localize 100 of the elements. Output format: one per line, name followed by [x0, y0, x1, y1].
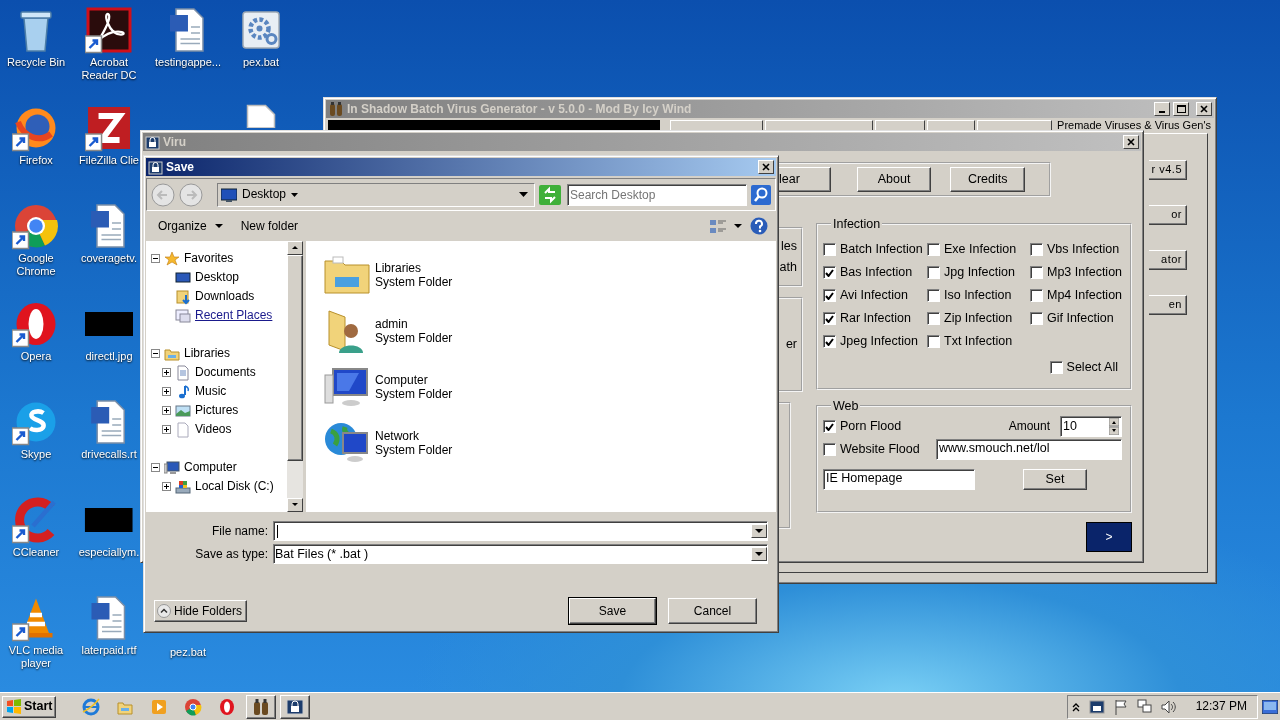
homepage-field[interactable]: IE Homepage	[823, 469, 975, 490]
checkbox[interactable]	[823, 266, 836, 279]
blank-file-icon[interactable]	[246, 104, 276, 128]
tree-item[interactable]: Downloads	[195, 289, 255, 304]
checkbox-label[interactable]: Mp3 Infection	[1047, 265, 1123, 280]
checkbox[interactable]	[927, 312, 940, 325]
checkbox[interactable]	[927, 266, 940, 279]
maximize-button[interactable]	[1173, 102, 1189, 116]
cancel-button[interactable]: Cancel	[668, 598, 757, 624]
dropdown-button[interactable]	[751, 524, 767, 538]
checkbox[interactable]	[1030, 289, 1043, 302]
flag-icon[interactable]	[1113, 698, 1128, 715]
close-button[interactable]	[758, 160, 774, 174]
checkbox[interactable]	[823, 335, 836, 348]
expand-icon[interactable]	[162, 482, 171, 491]
lock-icon[interactable]	[1088, 698, 1105, 715]
tree-item[interactable]: Libraries	[184, 346, 231, 361]
taskbar-button[interactable]	[280, 694, 311, 719]
expand-icon[interactable]	[162, 368, 171, 377]
checkbox-label[interactable]: Porn Flood	[840, 419, 902, 434]
desktop-icon[interactable]: testingappe...	[154, 6, 222, 69]
scroll-up-button[interactable]	[287, 241, 303, 255]
network-icon[interactable]	[1136, 699, 1152, 714]
checkbox-label[interactable]: Txt Infection	[944, 334, 1013, 349]
collapse-icon[interactable]	[151, 349, 160, 358]
speaker-icon[interactable]	[1160, 698, 1177, 715]
checkbox[interactable]	[927, 289, 940, 302]
desktop-icon[interactable]: Opera	[12, 300, 60, 363]
folder-item[interactable]: Computer System Folder	[323, 359, 776, 415]
desktop-icon[interactable]: Google Chrome	[1, 202, 71, 278]
desktop-icon[interactable]: laterpaid.rtf	[81, 594, 137, 657]
taskbar-button[interactable]	[246, 694, 277, 719]
folder-item[interactable]: admin System Folder	[323, 303, 776, 359]
scrollbar[interactable]	[287, 241, 303, 512]
checkbox[interactable]	[823, 420, 836, 433]
show-desktop-button[interactable]	[1262, 699, 1278, 714]
desktop-icon[interactable]: directl.jpg	[85, 300, 133, 363]
tree-item[interactable]: Documents	[195, 365, 256, 380]
desktop-icon[interactable]: especiallym.	[78, 496, 140, 559]
desktop-icon[interactable]: VLC media player	[1, 594, 71, 670]
desktop-icon[interactable]: Skype	[12, 398, 60, 461]
set-button[interactable]: Set	[1023, 469, 1087, 490]
desktop-icon[interactable]: FileZilla Clie	[79, 104, 139, 167]
organize-menu-button[interactable]: Organize	[154, 216, 227, 236]
tree-item[interactable]: Local Disk (C:)	[195, 479, 274, 494]
checkbox[interactable]	[1030, 266, 1043, 279]
desktop-icon[interactable]: drivecalls.rt	[81, 398, 137, 461]
clock[interactable]: 12:37 PM	[1195, 699, 1247, 714]
close-button[interactable]	[1196, 102, 1212, 116]
checkbox-label[interactable]: Jpg Infection	[944, 265, 1015, 280]
checkbox-label[interactable]: Website Flood	[840, 442, 920, 457]
next-button[interactable]: >	[1086, 522, 1132, 552]
expand-icon[interactable]	[162, 406, 171, 415]
checkbox-label[interactable]: Batch Infection	[840, 242, 923, 257]
form-button[interactable]: Credits	[950, 167, 1025, 192]
desktop-icon[interactable]: CCleaner	[12, 496, 60, 559]
scroll-down-button[interactable]	[287, 498, 303, 512]
side-button[interactable]: r v4.5	[1149, 160, 1187, 180]
tree-item[interactable]: Videos	[195, 422, 232, 437]
tree-item[interactable]: Pictures	[195, 403, 239, 418]
checkbox[interactable]	[1030, 312, 1043, 325]
scroll-thumb[interactable]	[287, 255, 303, 461]
close-button[interactable]	[1123, 135, 1139, 149]
checkbox-label[interactable]: Mp4 Infection	[1047, 288, 1123, 303]
checkbox-label[interactable]: Select All	[1066, 360, 1118, 375]
tree-item[interactable]: Desktop	[195, 270, 240, 285]
file-type-dropdown[interactable]: Bat Files (* .bat )	[273, 544, 768, 564]
checkbox[interactable]	[927, 243, 940, 256]
side-button[interactable]: ator	[1149, 250, 1187, 270]
tree-item[interactable]: Computer	[184, 460, 237, 475]
address-bar[interactable]: Desktop	[217, 182, 535, 207]
tree-item[interactable]: Music	[195, 384, 227, 399]
amount-spinner[interactable]: 10	[1060, 416, 1122, 437]
checkbox[interactable]	[823, 312, 836, 325]
form-button[interactable]: lear	[779, 167, 831, 192]
folder-item[interactable]: Network System Folder	[323, 415, 776, 471]
search-button[interactable]	[751, 184, 771, 205]
form-button[interactable]: About	[856, 167, 932, 192]
checkbox[interactable]	[1030, 243, 1043, 256]
checkbox[interactable]	[823, 289, 836, 302]
tree-item[interactable]: Favorites	[184, 251, 234, 266]
desktop-icon[interactable]: Recycle Bin	[6, 6, 66, 69]
checkbox[interactable]	[927, 335, 940, 348]
dropdown-button[interactable]	[751, 547, 767, 561]
checkbox-label[interactable]: Avi Infection	[840, 288, 908, 303]
checkbox-label[interactable]: Iso Infection	[944, 288, 1012, 303]
desktop-icon[interactable]: coveragetv.	[80, 202, 138, 265]
desktop-icon[interactable]: Firefox	[12, 104, 60, 167]
desktop-icon[interactable]: Acrobat Reader DC	[74, 6, 144, 82]
side-button[interactable]: or	[1149, 205, 1187, 225]
side-button[interactable]: en	[1149, 295, 1187, 315]
expand-icon[interactable]	[162, 425, 171, 434]
checkbox[interactable]	[823, 443, 836, 456]
collapse-icon[interactable]	[151, 463, 160, 472]
search-field[interactable]: Search Desktop	[567, 183, 747, 206]
folder-item[interactable]: Libraries System Folder	[323, 247, 776, 303]
checkbox-label[interactable]: Exe Infection	[944, 242, 1017, 257]
expand-icon[interactable]	[162, 387, 171, 396]
checkbox[interactable]	[1049, 361, 1063, 374]
collapse-icon[interactable]	[151, 254, 160, 263]
